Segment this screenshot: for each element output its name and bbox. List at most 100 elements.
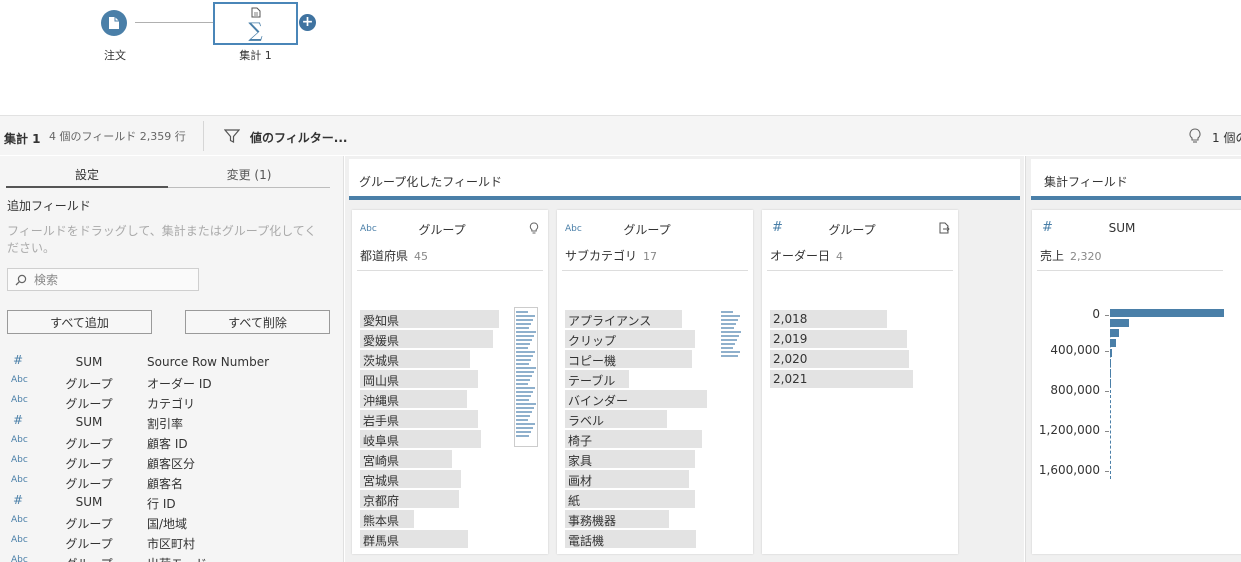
histogram-bar[interactable] [1110, 339, 1116, 347]
histogram-bar[interactable] [1110, 329, 1119, 337]
value-row[interactable]: 2,018 [762, 309, 958, 329]
value-row[interactable]: 椅子 [557, 429, 753, 449]
histogram-bar[interactable] [1110, 349, 1112, 357]
field-name: 行 ID [147, 497, 176, 511]
aggregation-dropdown[interactable]: グループ [802, 221, 902, 238]
value-label: 宮城県 [363, 474, 400, 488]
histogram-bar[interactable] [1110, 379, 1111, 387]
aggregate-node-label: 集計 1 [239, 49, 272, 62]
value-label: アプライアンス [568, 314, 652, 328]
lightbulb-icon[interactable] [529, 222, 539, 235]
field-name: 顧客名 [147, 477, 184, 491]
lightbulb-icon[interactable] [1188, 128, 1202, 144]
field-name: オーダー日 4 [770, 249, 844, 263]
value-row[interactable]: 宮城県 [352, 469, 548, 489]
field-name: カテゴリ [147, 397, 196, 411]
tab-changes[interactable]: 変更 (1) [168, 166, 330, 183]
field-aggregation: グループ [65, 437, 113, 451]
value-row[interactable]: テーブル [557, 369, 753, 389]
value-label: 沖縄県 [363, 394, 400, 408]
string-type-icon: Abc [360, 224, 377, 234]
remove-all-button[interactable]: すべて削除 [185, 310, 330, 334]
field-list-item[interactable]: Abc グループ 顧客 ID [0, 432, 344, 452]
field-list-item[interactable]: # SUM 割引率 [0, 412, 344, 432]
input-node-label: 注文 [104, 49, 126, 62]
add-step-button[interactable]: + [299, 14, 316, 31]
value-label: 宮崎県 [363, 454, 400, 468]
value-row[interactable]: 画材 [557, 469, 753, 489]
document-icon[interactable] [939, 222, 950, 234]
field-card[interactable]: # グループ オーダー日 4 2,018 2,019 2,020 2,021 [762, 210, 958, 554]
field-list-item[interactable]: Abc グループ カテゴリ [0, 392, 344, 412]
value-row[interactable]: 2,020 [762, 349, 958, 369]
input-node[interactable] [101, 10, 127, 36]
value-row[interactable]: 電話機 [557, 529, 753, 549]
field-card[interactable]: Abc グループ 都道府県 45 愛知県 愛媛県 茨城県 岡山県 沖縄県 岩手県 岐阜県 宮崎県 宮城県… [352, 210, 548, 554]
flow-canvas[interactable]: 注文 ∑ 集計 1 + [0, 0, 1241, 115]
string-type-icon: Abc [11, 395, 28, 405]
aggregation-dropdown[interactable]: グループ [392, 221, 492, 238]
value-row[interactable]: 家具 [557, 449, 753, 469]
field-list-item[interactable]: Abc グループ オーダー ID [0, 372, 344, 392]
field-list-item[interactable]: Abc グループ 国/地域 [0, 512, 344, 532]
step-name[interactable]: 集計 1 [4, 130, 41, 147]
field-list-item[interactable]: Abc グループ 出荷モード [0, 552, 344, 562]
card-divider [1037, 270, 1223, 271]
flow-connector [135, 22, 213, 23]
histogram-bar[interactable] [1110, 369, 1111, 377]
value-row[interactable]: 京都府 [352, 489, 548, 509]
value-row[interactable]: 2,019 [762, 329, 958, 349]
search-input[interactable] [34, 271, 194, 288]
tab-settings[interactable]: 設定 [6, 166, 168, 183]
distribution-thumbnail[interactable] [719, 307, 743, 361]
value-row[interactable]: 事務機器 [557, 509, 753, 529]
aggregation-dropdown[interactable]: グループ [597, 221, 697, 238]
add-all-button[interactable]: すべて追加 [7, 310, 152, 334]
value-row[interactable]: 熊本県 [352, 509, 548, 529]
field-card[interactable]: Abc グループ サブカテゴリ 17 アプライアンス クリップ コピー機 テーブル バインダーラ… [557, 210, 753, 554]
field-list-item[interactable]: Abc グループ 顧客区分 [0, 452, 344, 472]
value-label: 家具 [568, 454, 593, 468]
field-search-box[interactable] [7, 268, 199, 291]
value-row[interactable]: 宮崎県 [352, 449, 548, 469]
value-row[interactable]: バインダー [557, 389, 753, 409]
card-divider [357, 270, 543, 271]
aggregate-node[interactable]: ∑ [213, 2, 298, 45]
aggregated-fields-header: 集計フィールド [1031, 159, 1241, 200]
field-list-item[interactable]: Abc グループ 市区町村 [0, 532, 344, 552]
value-row[interactable]: 2,021 [762, 369, 958, 389]
histogram-bar[interactable] [1110, 309, 1224, 317]
value-row[interactable]: 群馬県 [352, 529, 548, 549]
field-count: 2,320 [1070, 250, 1102, 263]
field-name: 都道府県 45 [360, 249, 429, 263]
value-label: 熊本県 [363, 514, 400, 528]
field-count: 45 [414, 250, 429, 263]
recommendations-label[interactable]: 1 個の [1212, 129, 1241, 146]
field-list-item[interactable]: # SUM 行 ID [0, 492, 344, 512]
string-type-icon: Abc [11, 455, 28, 465]
field-list-item[interactable]: # SUM Source Row Number [0, 352, 344, 372]
histogram-bar[interactable] [1110, 319, 1129, 327]
field-list-item[interactable]: Abc グループ 顧客名 [0, 472, 344, 492]
add-fields-description: フィールドをドラッグして、集計またはグループ化してください。 [7, 224, 317, 255]
distribution-thumbnail[interactable] [514, 307, 538, 447]
value-label: 2,021 [773, 372, 808, 386]
string-type-icon: Abc [11, 515, 28, 525]
string-type-icon: Abc [11, 535, 28, 545]
value-row[interactable]: 紙 [557, 489, 753, 509]
field-card-sales[interactable]: # SUM 売上 2,320 0 400,000 800,000 1,200,000 1,… [1032, 210, 1241, 554]
histogram-bar[interactable] [1110, 359, 1111, 367]
filter-values-button[interactable]: 値のフィルター... [250, 129, 347, 146]
aggregation-dropdown[interactable]: SUM [1072, 221, 1172, 235]
value-label: クリップ [568, 334, 617, 348]
histogram-tick [1105, 431, 1109, 432]
value-row[interactable]: ラベル [557, 409, 753, 429]
value-label: 2,019 [773, 332, 808, 346]
document-icon [109, 17, 119, 29]
search-icon [15, 274, 27, 286]
filter-icon[interactable] [224, 128, 240, 144]
field-name: 割引率 [147, 417, 184, 431]
field-aggregation: グループ [65, 537, 113, 551]
field-aggregation: グループ [65, 377, 113, 391]
string-type-icon: Abc [11, 375, 28, 385]
